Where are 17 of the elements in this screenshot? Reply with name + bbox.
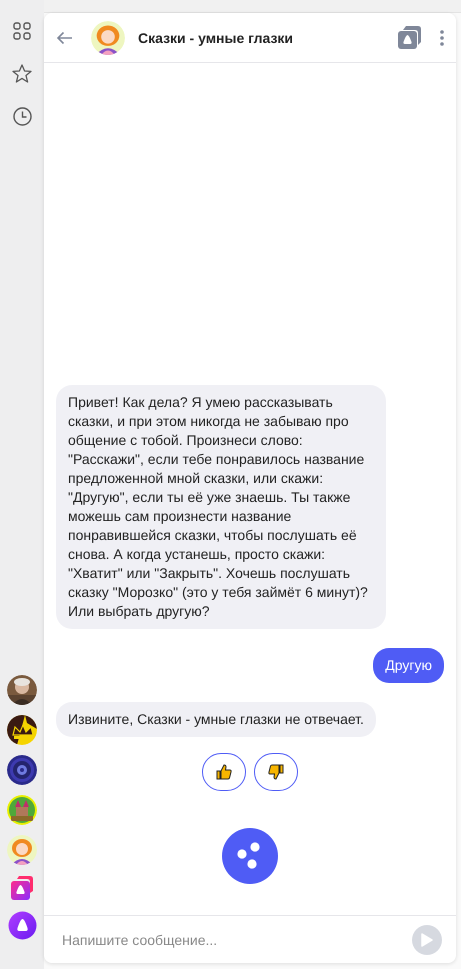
thumbs-down-icon	[268, 764, 284, 780]
clock-icon[interactable]	[12, 107, 32, 126]
user-message: Другую	[373, 648, 444, 683]
play-icon	[421, 932, 433, 946]
bot-message: Извините, Сказки - умные глазки не отвечает.	[56, 702, 376, 737]
dislike-button[interactable]	[254, 753, 298, 791]
cards-icon[interactable]	[397, 25, 422, 50]
thumbs-up-icon	[216, 764, 232, 780]
cards-icon[interactable]	[10, 875, 34, 901]
back-arrow-icon[interactable]	[56, 30, 73, 44]
more-icon[interactable]	[440, 30, 444, 46]
star-icon[interactable]	[12, 64, 32, 83]
bot-message: Привет! Как дела? Я умею рассказывать сказки, и при этом никогда не забываю про общение с тобой. Произнеси слово: "Расскажи", если тебе понравилось название предложенной мной сказки, или скажи: "Другую", если ты её уже знаешь. Ты также можешь сам произнести название понравившейся сказки, чтобы послушать её снова. А когда устанешь, просто скажи: "Хватит" или "Закрыть". Хочешь послушать сказку "Морозко" (это у тебя займёт 6 минут)? Или выбрать другую?	[56, 385, 386, 629]
grid-icon[interactable]	[13, 22, 31, 40]
assistant-icon[interactable]	[8, 911, 36, 940]
chat-title: Сказки - умные глазки	[138, 30, 294, 46]
like-button[interactable]	[202, 753, 246, 791]
